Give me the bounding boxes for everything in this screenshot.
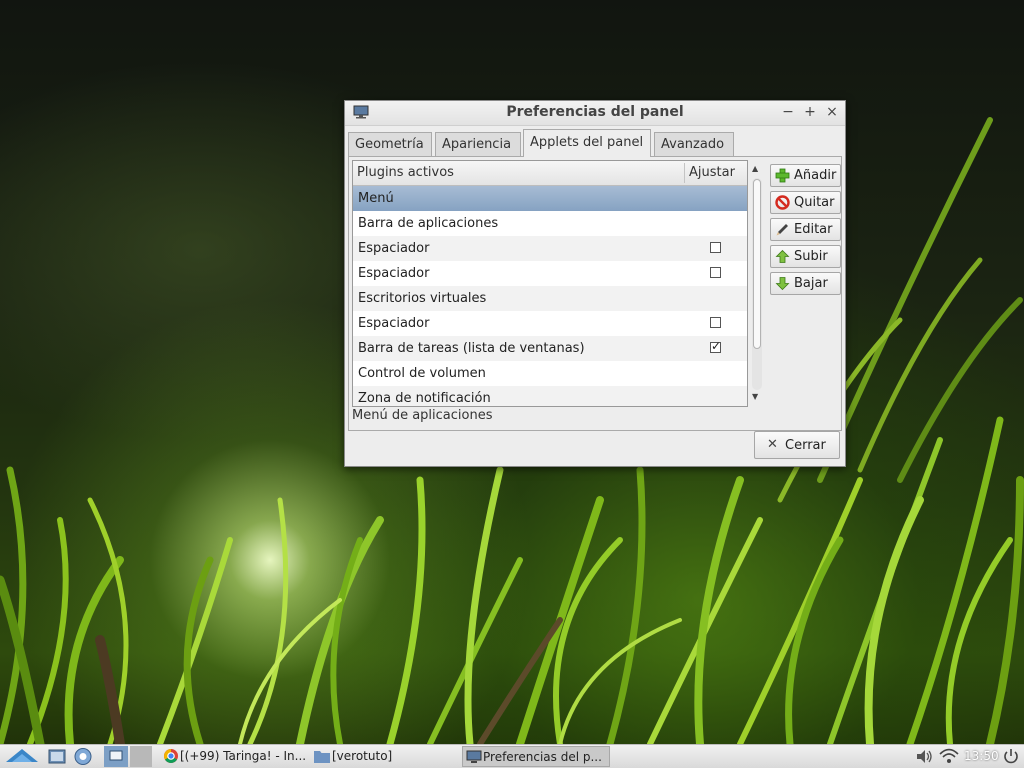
expand-checkbox[interactable] bbox=[710, 317, 721, 328]
scroll-down-icon[interactable]: ▼ bbox=[752, 392, 758, 401]
list-item[interactable]: Escritorios virtuales bbox=[353, 286, 747, 311]
task-label: Preferencias del p... bbox=[483, 750, 602, 764]
tab-apariencia[interactable]: Apariencia bbox=[435, 132, 521, 156]
list-item[interactable]: Menú bbox=[353, 186, 747, 211]
close-window-button[interactable]: × bbox=[823, 103, 841, 121]
expand-checkbox[interactable] bbox=[710, 267, 721, 278]
plugin-name: Espaciador bbox=[358, 266, 430, 281]
scrollbar-thumb[interactable] bbox=[753, 179, 761, 349]
list-item[interactable]: Barra de tareas (lista de ventanas) bbox=[353, 336, 747, 361]
desktop-switch-icon[interactable] bbox=[130, 746, 152, 767]
remove-button-label: Quitar bbox=[794, 195, 835, 210]
tab-geometria[interactable]: Geometría bbox=[348, 132, 432, 156]
desktop-switch-active-icon[interactable] bbox=[104, 746, 128, 767]
list-item[interactable]: Espaciador bbox=[353, 236, 747, 261]
plugin-name: Escritorios virtuales bbox=[358, 291, 487, 306]
chrome-icon bbox=[164, 749, 178, 763]
edit-button[interactable]: Editar bbox=[770, 218, 841, 241]
down-arrow-icon bbox=[775, 277, 790, 291]
expand-checkbox-checked[interactable] bbox=[710, 339, 721, 353]
up-arrow-icon bbox=[775, 249, 790, 263]
task-chrome[interactable]: [(+99) Taringa! - In... bbox=[160, 746, 308, 767]
plugin-name: Barra de tareas (lista de ventanas) bbox=[358, 341, 585, 356]
add-button[interactable]: Añadir bbox=[770, 164, 841, 187]
edit-icon bbox=[776, 224, 788, 236]
list-item[interactable]: Zona de notificación bbox=[353, 386, 747, 406]
column-header-ajustar[interactable]: Ajustar bbox=[689, 165, 735, 180]
task-preferencias[interactable]: Preferencias del p... bbox=[462, 746, 610, 767]
plugin-name: Zona de notificación bbox=[358, 391, 491, 406]
edit-button-label: Editar bbox=[794, 222, 833, 237]
power-icon[interactable] bbox=[1002, 746, 1020, 767]
add-button-label: Añadir bbox=[794, 168, 837, 183]
list-item[interactable]: Barra de aplicaciones bbox=[353, 211, 747, 236]
move-up-button-label: Subir bbox=[794, 249, 828, 264]
task-label: [(+99) Taringa! - In... bbox=[180, 749, 307, 763]
list-item[interactable]: Control de volumen bbox=[353, 361, 747, 386]
file-manager-icon[interactable] bbox=[46, 746, 68, 767]
start-menu-icon[interactable] bbox=[4, 746, 40, 767]
monitor-icon bbox=[466, 750, 482, 763]
close-button-label: Cerrar bbox=[785, 438, 826, 453]
close-icon: ✕ bbox=[767, 437, 778, 452]
clock[interactable]: 13:50 bbox=[964, 749, 999, 763]
preferences-window: Preferencias del panel − + × Geometría A… bbox=[344, 100, 846, 467]
move-down-button[interactable]: Bajar bbox=[770, 272, 841, 295]
close-button[interactable]: ✕ Cerrar bbox=[754, 431, 840, 459]
taskbar: [(+99) Taringa! - In... [verotuto] Prefe… bbox=[0, 744, 1024, 768]
task-folder[interactable]: [verotuto] bbox=[312, 746, 456, 767]
column-separator bbox=[684, 163, 685, 183]
column-header-plugins[interactable]: Plugins activos bbox=[357, 165, 454, 180]
plugin-name: Control de volumen bbox=[358, 366, 486, 381]
window-titlebar[interactable]: Preferencias del panel − + × bbox=[345, 101, 845, 126]
plugins-list[interactable]: Plugins activos Ajustar Menú Barra de ap… bbox=[352, 160, 748, 407]
list-item[interactable]: Espaciador bbox=[353, 261, 747, 286]
remove-icon bbox=[775, 195, 790, 210]
volume-icon[interactable] bbox=[914, 746, 934, 767]
list-item[interactable]: Espaciador bbox=[353, 311, 747, 336]
plugin-name: Menú bbox=[358, 191, 394, 206]
list-header: Plugins activos Ajustar bbox=[353, 161, 747, 186]
move-up-button[interactable]: Subir bbox=[770, 245, 841, 268]
plugin-name: Espaciador bbox=[358, 241, 430, 256]
move-down-button-label: Bajar bbox=[794, 276, 828, 291]
add-icon bbox=[775, 168, 790, 183]
maximize-button[interactable]: + bbox=[801, 103, 819, 121]
expand-checkbox[interactable] bbox=[710, 242, 721, 253]
window-title: Preferencias del panel bbox=[506, 104, 684, 120]
list-scrollbar[interactable]: ▲ ▼ bbox=[750, 162, 764, 405]
tab-applets-del-panel[interactable]: Applets del panel bbox=[523, 129, 651, 157]
minimize-button[interactable]: − bbox=[779, 103, 797, 121]
scroll-up-icon[interactable]: ▲ bbox=[752, 164, 758, 173]
browser-icon[interactable] bbox=[72, 746, 94, 767]
plugin-name: Espaciador bbox=[358, 316, 430, 331]
plugin-name: Barra de aplicaciones bbox=[358, 216, 499, 231]
remove-button[interactable]: Quitar bbox=[770, 191, 841, 214]
wifi-icon[interactable] bbox=[938, 746, 960, 767]
task-label: [verotuto] bbox=[332, 749, 393, 763]
folder-icon bbox=[314, 751, 330, 763]
tab-avanzado[interactable]: Avanzado bbox=[654, 132, 734, 156]
plugin-description: Menú de aplicaciones bbox=[352, 408, 493, 423]
applets-tab-panel: Plugins activos Ajustar Menú Barra de ap… bbox=[348, 156, 842, 431]
